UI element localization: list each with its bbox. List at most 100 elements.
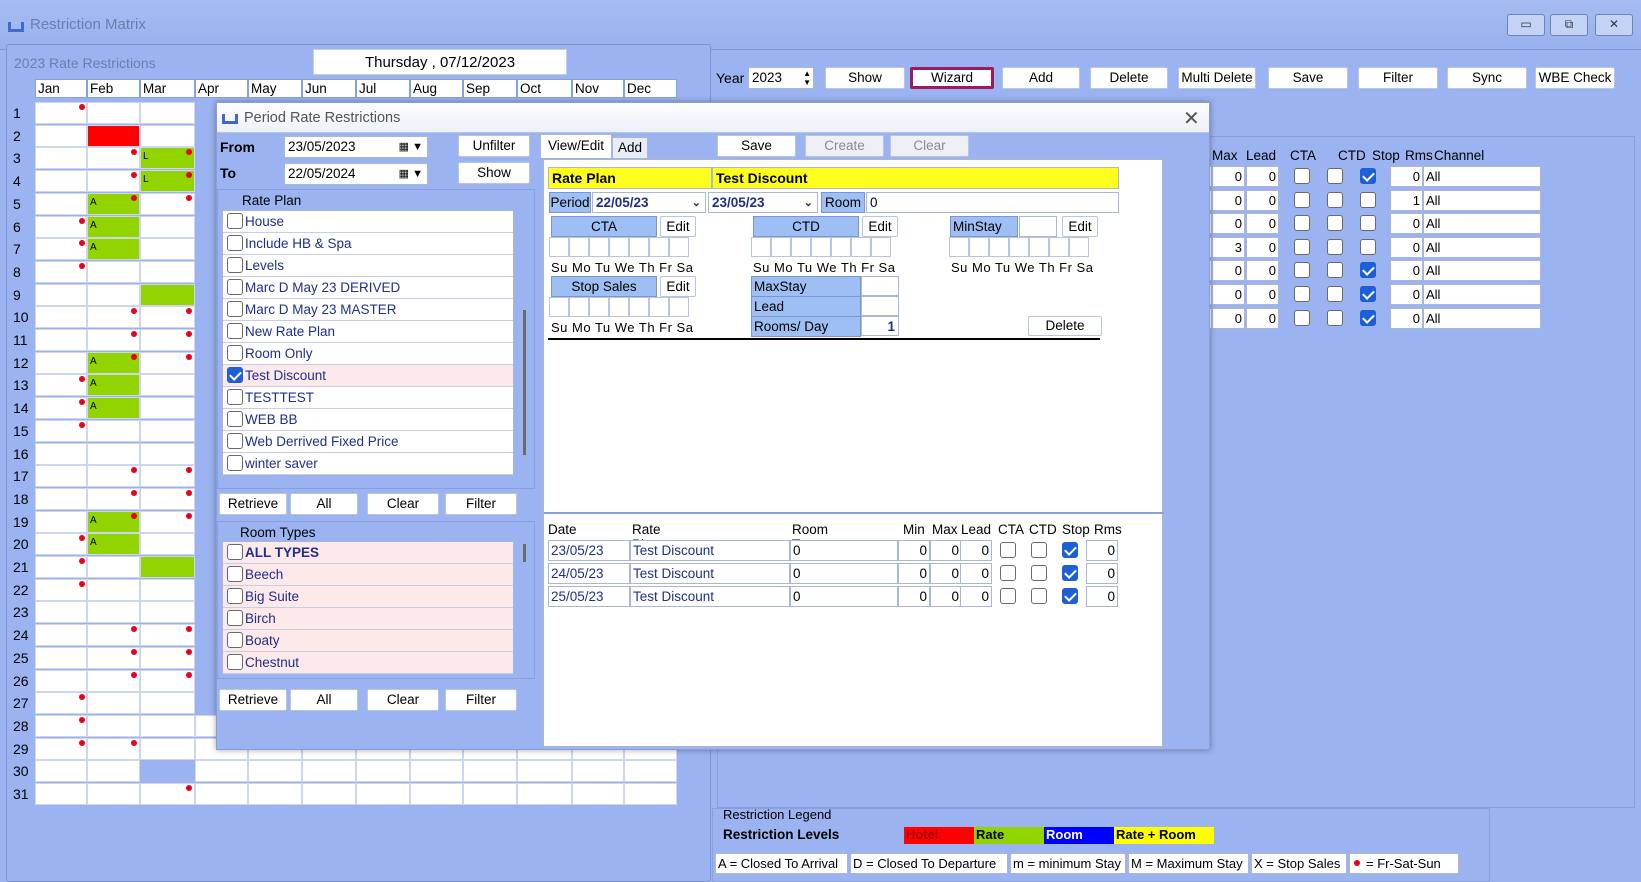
- calendar-cell[interactable]: [410, 783, 463, 805]
- calendar-cell[interactable]: [35, 283, 87, 306]
- month-header[interactable]: Jul: [356, 79, 410, 98]
- day-checkbox[interactable]: [989, 237, 1009, 257]
- grid-lead-cell[interactable]: 0: [1246, 189, 1279, 211]
- retrieve-list-button[interactable]: Retrieve: [219, 493, 287, 515]
- cta-edit-button[interactable]: Edit: [660, 216, 696, 237]
- grid-ctd-checkbox[interactable]: [1327, 238, 1343, 255]
- calendar-cell[interactable]: [35, 783, 87, 805]
- day-checkbox[interactable]: [549, 237, 569, 257]
- from-date-field[interactable]: 23/05/2023 ▦ ▼: [284, 136, 428, 158]
- rate-plan-checkbox[interactable]: [227, 367, 243, 383]
- result-min[interactable]: 0: [898, 586, 930, 607]
- day-checkbox[interactable]: [569, 237, 589, 257]
- calendar-cell[interactable]: [87, 124, 140, 147]
- close-icon[interactable]: ✕: [1183, 106, 1200, 131]
- grid-rms-cell[interactable]: 0: [1390, 166, 1423, 187]
- day-checkbox[interactable]: [669, 237, 689, 257]
- minstay-edit-button[interactable]: Edit: [1062, 216, 1098, 237]
- day-checkbox[interactable]: [771, 237, 791, 257]
- calendar-cell[interactable]: [624, 760, 677, 783]
- result-stop-checkbox[interactable]: [1062, 542, 1078, 558]
- rate-plan-item[interactable]: winter saver: [223, 453, 513, 475]
- calendar-cell[interactable]: [140, 283, 195, 306]
- grid-ctd-checkbox[interactable]: [1327, 168, 1343, 184]
- calendar-cell[interactable]: [87, 442, 140, 465]
- to-date-field[interactable]: 22/05/2024 ▦ ▼: [284, 163, 428, 185]
- calendar-cell[interactable]: [35, 465, 87, 488]
- calendar-cell[interactable]: [35, 147, 87, 170]
- calendar-cell[interactable]: [248, 783, 302, 805]
- day-checkbox[interactable]: [871, 237, 891, 257]
- grid-lead-cell[interactable]: 0: [1246, 213, 1279, 235]
- calendar-cell[interactable]: [35, 351, 87, 374]
- day-checkbox[interactable]: [831, 237, 851, 257]
- result-lead[interactable]: 0: [960, 563, 992, 584]
- grid-stop-checkbox[interactable]: [1360, 286, 1376, 302]
- grid-cta-checkbox[interactable]: [1294, 286, 1310, 302]
- month-header[interactable]: Mar: [140, 79, 195, 98]
- rate-plan-checkbox[interactable]: [227, 213, 243, 229]
- rate-plan-checkbox[interactable]: [227, 411, 243, 427]
- rate-plan-item[interactable]: House: [223, 211, 513, 233]
- close-window-button[interactable]: ✕: [1595, 14, 1633, 36]
- grid-channel-cell[interactable]: All: [1423, 166, 1541, 187]
- tab-view-edit[interactable]: View/Edit: [540, 134, 612, 158]
- rate-plan-checkbox[interactable]: [227, 279, 243, 295]
- day-checkbox[interactable]: [751, 237, 771, 257]
- day-checkbox[interactable]: [811, 237, 831, 257]
- grid-lead-cell[interactable]: 0: [1246, 307, 1279, 329]
- calendar-cell[interactable]: [140, 533, 195, 556]
- rate-plan-checkbox[interactable]: [227, 257, 243, 273]
- room-type-item[interactable]: Birch: [223, 608, 513, 630]
- month-header[interactable]: Jan: [35, 79, 87, 98]
- day-checkbox[interactable]: [669, 297, 689, 317]
- rate-plan-item[interactable]: New Rate Plan: [223, 321, 513, 343]
- month-header[interactable]: Jun: [302, 79, 356, 98]
- period-from-field[interactable]: 22/05/23 ⌄: [592, 192, 706, 213]
- grid-channel-cell[interactable]: All: [1423, 236, 1541, 258]
- month-header[interactable]: Nov: [572, 79, 624, 98]
- grid-channel-cell[interactable]: All: [1423, 213, 1541, 235]
- result-lead[interactable]: 0: [960, 540, 992, 561]
- grid-max-cell[interactable]: 0: [1212, 213, 1245, 235]
- grid-channel-cell[interactable]: All: [1423, 260, 1541, 282]
- day-checkbox[interactable]: [949, 237, 969, 257]
- calendar-cell[interactable]: [140, 215, 195, 238]
- grid-stop-checkbox[interactable]: [1360, 238, 1376, 255]
- calendar-cell[interactable]: A: [87, 374, 140, 397]
- calendar-cell[interactable]: [87, 692, 140, 715]
- grid-cta-checkbox[interactable]: [1294, 215, 1310, 232]
- calendar-cell[interactable]: [140, 714, 195, 737]
- filter-list-button[interactable]: Filter: [445, 689, 517, 711]
- calendar-cell[interactable]: [140, 102, 195, 124]
- calendar-cell[interactable]: [35, 510, 87, 533]
- grid-ctd-checkbox[interactable]: [1327, 309, 1343, 326]
- maxstay-field[interactable]: [861, 276, 899, 296]
- calendar-cell[interactable]: [35, 601, 87, 624]
- calendar-cell[interactable]: [35, 124, 87, 147]
- retrieve-list-button[interactable]: Retrieve: [219, 689, 287, 711]
- show-button[interactable]: Show: [458, 162, 530, 184]
- sync-button[interactable]: Sync: [1447, 67, 1527, 89]
- grid-rms-cell[interactable]: 0: [1390, 260, 1423, 282]
- room-type-item[interactable]: ALL TYPES: [223, 542, 513, 564]
- rate-plan-checkbox[interactable]: [227, 389, 243, 405]
- calendar-cell[interactable]: [140, 556, 195, 578]
- calendar-cell[interactable]: [87, 260, 140, 283]
- month-header[interactable]: Sep: [463, 79, 517, 98]
- result-max[interactable]: 0: [930, 540, 962, 561]
- rate-plan-checkbox[interactable]: [227, 455, 243, 471]
- calendar-cell[interactable]: [140, 692, 195, 715]
- day-checkbox[interactable]: [589, 237, 609, 257]
- year-spinner[interactable]: 2023 ▲ ▼: [748, 67, 814, 89]
- grid-channel-cell[interactable]: All: [1423, 189, 1541, 211]
- show-button[interactable]: Show: [825, 67, 905, 89]
- calendar-cell[interactable]: [195, 783, 248, 805]
- calendar-cell[interactable]: [517, 783, 572, 805]
- day-checkbox[interactable]: [569, 297, 589, 317]
- grid-cta-checkbox[interactable]: [1294, 309, 1310, 326]
- rate-plan-item[interactable]: WEB BB: [223, 409, 513, 431]
- filter-button[interactable]: Filter: [1358, 67, 1438, 89]
- result-room-type[interactable]: 0: [790, 586, 898, 607]
- calendar-cell[interactable]: [572, 783, 624, 805]
